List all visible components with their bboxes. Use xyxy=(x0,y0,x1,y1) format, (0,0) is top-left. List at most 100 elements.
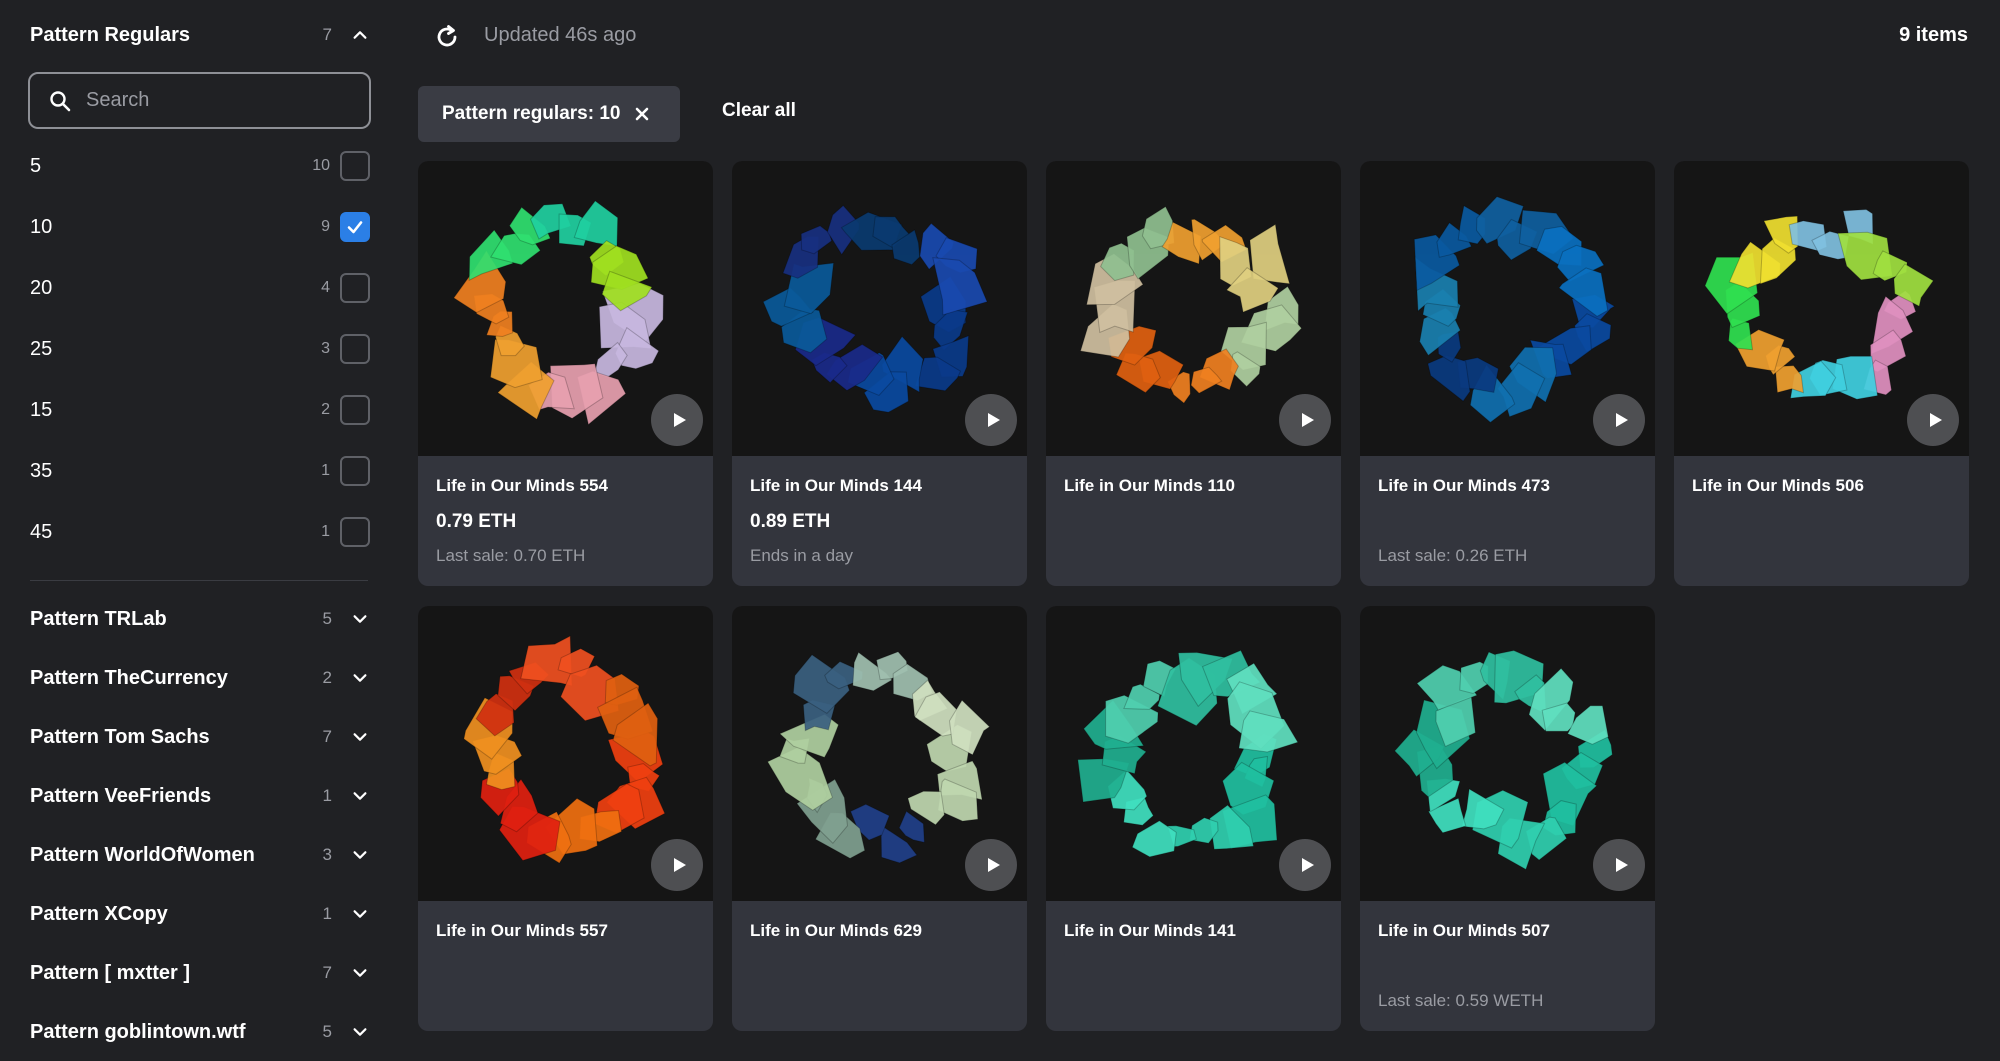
play-button[interactable] xyxy=(651,839,703,891)
nft-image[interactable] xyxy=(1046,161,1341,456)
nft-card[interactable]: Life in Our Minds 144 0.89 ETH Ends in a d… xyxy=(732,161,1027,586)
search-input[interactable] xyxy=(86,89,346,112)
nft-subtext: Ends in a day xyxy=(750,546,854,565)
filter-option-count: 3 xyxy=(321,340,330,357)
nft-name: Life in Our Minds 144 xyxy=(750,476,922,495)
filter-group-count: 5 xyxy=(322,1022,332,1041)
nft-info: Life in Our Minds 507 xyxy=(1360,901,1655,941)
filter-option-value: 15 xyxy=(30,398,53,421)
filter-option-count: 10 xyxy=(312,157,330,174)
checkbox[interactable] xyxy=(340,395,370,425)
nft-card[interactable]: Life in Our Minds 507 Last sale: 0.59 WET… xyxy=(1360,606,1655,1031)
filter-group-count: 1 xyxy=(322,904,332,923)
nft-card[interactable]: Life in Our Minds 141 xyxy=(1046,606,1341,1031)
checkbox[interactable] xyxy=(340,151,370,181)
nft-price: 0.79 ETH xyxy=(436,511,517,532)
nft-subtext: Last sale: 0.70 ETH xyxy=(436,546,586,565)
active-filter-chip[interactable]: Pattern regulars: 10 xyxy=(418,86,680,142)
checkbox[interactable] xyxy=(340,517,370,547)
filter-group-title: Pattern Tom Sachs xyxy=(30,725,210,748)
filter-option[interactable]: 5 10 xyxy=(30,146,370,186)
play-button[interactable] xyxy=(651,394,703,446)
nft-image[interactable] xyxy=(1046,606,1341,901)
filter-group[interactable]: Pattern TRLab 5 xyxy=(30,599,370,639)
nft-card[interactable]: Life in Our Minds 506 xyxy=(1674,161,1969,586)
filter-group[interactable]: Pattern WorldOfWomen 3 xyxy=(30,835,370,875)
active-filter-label: Pattern regulars: 10 xyxy=(442,103,621,124)
filter-option[interactable]: 10 9 xyxy=(30,207,370,247)
filter-group[interactable]: Pattern VeeFriends 1 xyxy=(30,776,370,816)
nft-image[interactable] xyxy=(1360,606,1655,901)
checkbox[interactable] xyxy=(340,273,370,303)
nft-image[interactable] xyxy=(732,161,1027,456)
nft-card[interactable]: Life in Our Minds 110 xyxy=(1046,161,1341,586)
checkbox[interactable] xyxy=(340,456,370,486)
filter-option[interactable]: 35 1 xyxy=(30,451,370,491)
play-button[interactable] xyxy=(1279,839,1331,891)
nft-image[interactable] xyxy=(732,606,1027,901)
filter-group-title: Pattern TheCurrency xyxy=(30,666,228,689)
nft-card[interactable]: Life in Our Minds 557 xyxy=(418,606,713,1031)
filter-group[interactable]: Pattern goblintown.wtf 5 xyxy=(30,1012,370,1052)
nft-image[interactable] xyxy=(1360,161,1655,456)
nft-card[interactable]: Life in Our Minds 629 xyxy=(732,606,1027,1031)
play-icon xyxy=(1929,413,1942,427)
filter-group-regulars[interactable]: Pattern Regulars 7 xyxy=(30,15,370,55)
filter-group[interactable]: Pattern TheCurrency 2 xyxy=(30,658,370,698)
filter-group[interactable]: Pattern [ mxtter ] 7 xyxy=(30,953,370,993)
nft-image[interactable] xyxy=(418,606,713,901)
chevron-down-icon[interactable] xyxy=(350,668,370,688)
chevron-down-icon[interactable] xyxy=(350,1022,370,1042)
nft-image[interactable] xyxy=(418,161,713,456)
nft-name: Life in Our Minds 473 xyxy=(1378,476,1550,495)
filter-group[interactable]: Pattern Tom Sachs 7 xyxy=(30,717,370,757)
filter-option-value: 5 xyxy=(30,154,42,177)
play-icon xyxy=(673,858,686,872)
play-button[interactable] xyxy=(1593,394,1645,446)
nft-image[interactable] xyxy=(1674,161,1969,456)
play-icon xyxy=(1615,858,1628,872)
clear-all-button[interactable]: Clear all xyxy=(722,100,796,122)
filter-group-title: Pattern WorldOfWomen xyxy=(30,843,255,866)
chevron-down-icon[interactable] xyxy=(350,845,370,865)
filter-group-title: Pattern goblintown.wtf xyxy=(30,1020,246,1043)
nft-card[interactable]: Life in Our Minds 473 Last sale: 0.26 ETH xyxy=(1360,161,1655,586)
nft-card[interactable]: Life in Our Minds 554 0.79 ETH Last sale: … xyxy=(418,161,713,586)
filter-group[interactable]: Pattern XCopy 1 xyxy=(30,894,370,934)
filter-option[interactable]: 25 3 xyxy=(30,329,370,369)
play-button[interactable] xyxy=(965,839,1017,891)
filter-option-count: 1 xyxy=(321,462,330,479)
refresh-icon[interactable] xyxy=(432,22,462,52)
play-button[interactable] xyxy=(965,394,1017,446)
check-icon xyxy=(347,221,363,234)
play-button[interactable] xyxy=(1593,839,1645,891)
chevron-up-icon[interactable] xyxy=(350,25,370,45)
search-field[interactable] xyxy=(28,72,371,129)
nft-info: Life in Our Minds 506 xyxy=(1674,456,1969,496)
play-button[interactable] xyxy=(1279,394,1331,446)
filter-option-count: 9 xyxy=(321,218,330,235)
filter-group-title: Pattern Regulars xyxy=(30,23,191,46)
checkbox[interactable] xyxy=(340,334,370,364)
nft-name: Life in Our Minds 554 xyxy=(436,476,608,495)
chevron-down-icon[interactable] xyxy=(350,786,370,806)
filter-option[interactable]: 20 4 xyxy=(30,268,370,308)
filter-option-count: 1 xyxy=(321,523,330,540)
close-icon[interactable] xyxy=(632,104,652,124)
filter-group-count: 7 xyxy=(322,963,332,982)
play-button[interactable] xyxy=(1907,394,1959,446)
checkbox[interactable] xyxy=(340,212,370,242)
chevron-down-icon[interactable] xyxy=(350,904,370,924)
filter-group-title: Pattern XCopy xyxy=(30,902,168,925)
filter-option[interactable]: 45 1 xyxy=(30,512,370,552)
play-icon xyxy=(673,413,686,427)
filter-option[interactable]: 15 2 xyxy=(30,390,370,430)
filter-group-count: 5 xyxy=(322,609,332,628)
nft-info: Life in Our Minds 554 xyxy=(418,456,713,496)
filter-group-title: Pattern TRLab xyxy=(30,607,167,630)
filter-group-title: Pattern VeeFriends xyxy=(30,784,212,807)
chevron-down-icon[interactable] xyxy=(350,963,370,983)
chevron-down-icon[interactable] xyxy=(350,609,370,629)
chevron-down-icon[interactable] xyxy=(350,727,370,747)
nft-name: Life in Our Minds 629 xyxy=(750,921,922,940)
